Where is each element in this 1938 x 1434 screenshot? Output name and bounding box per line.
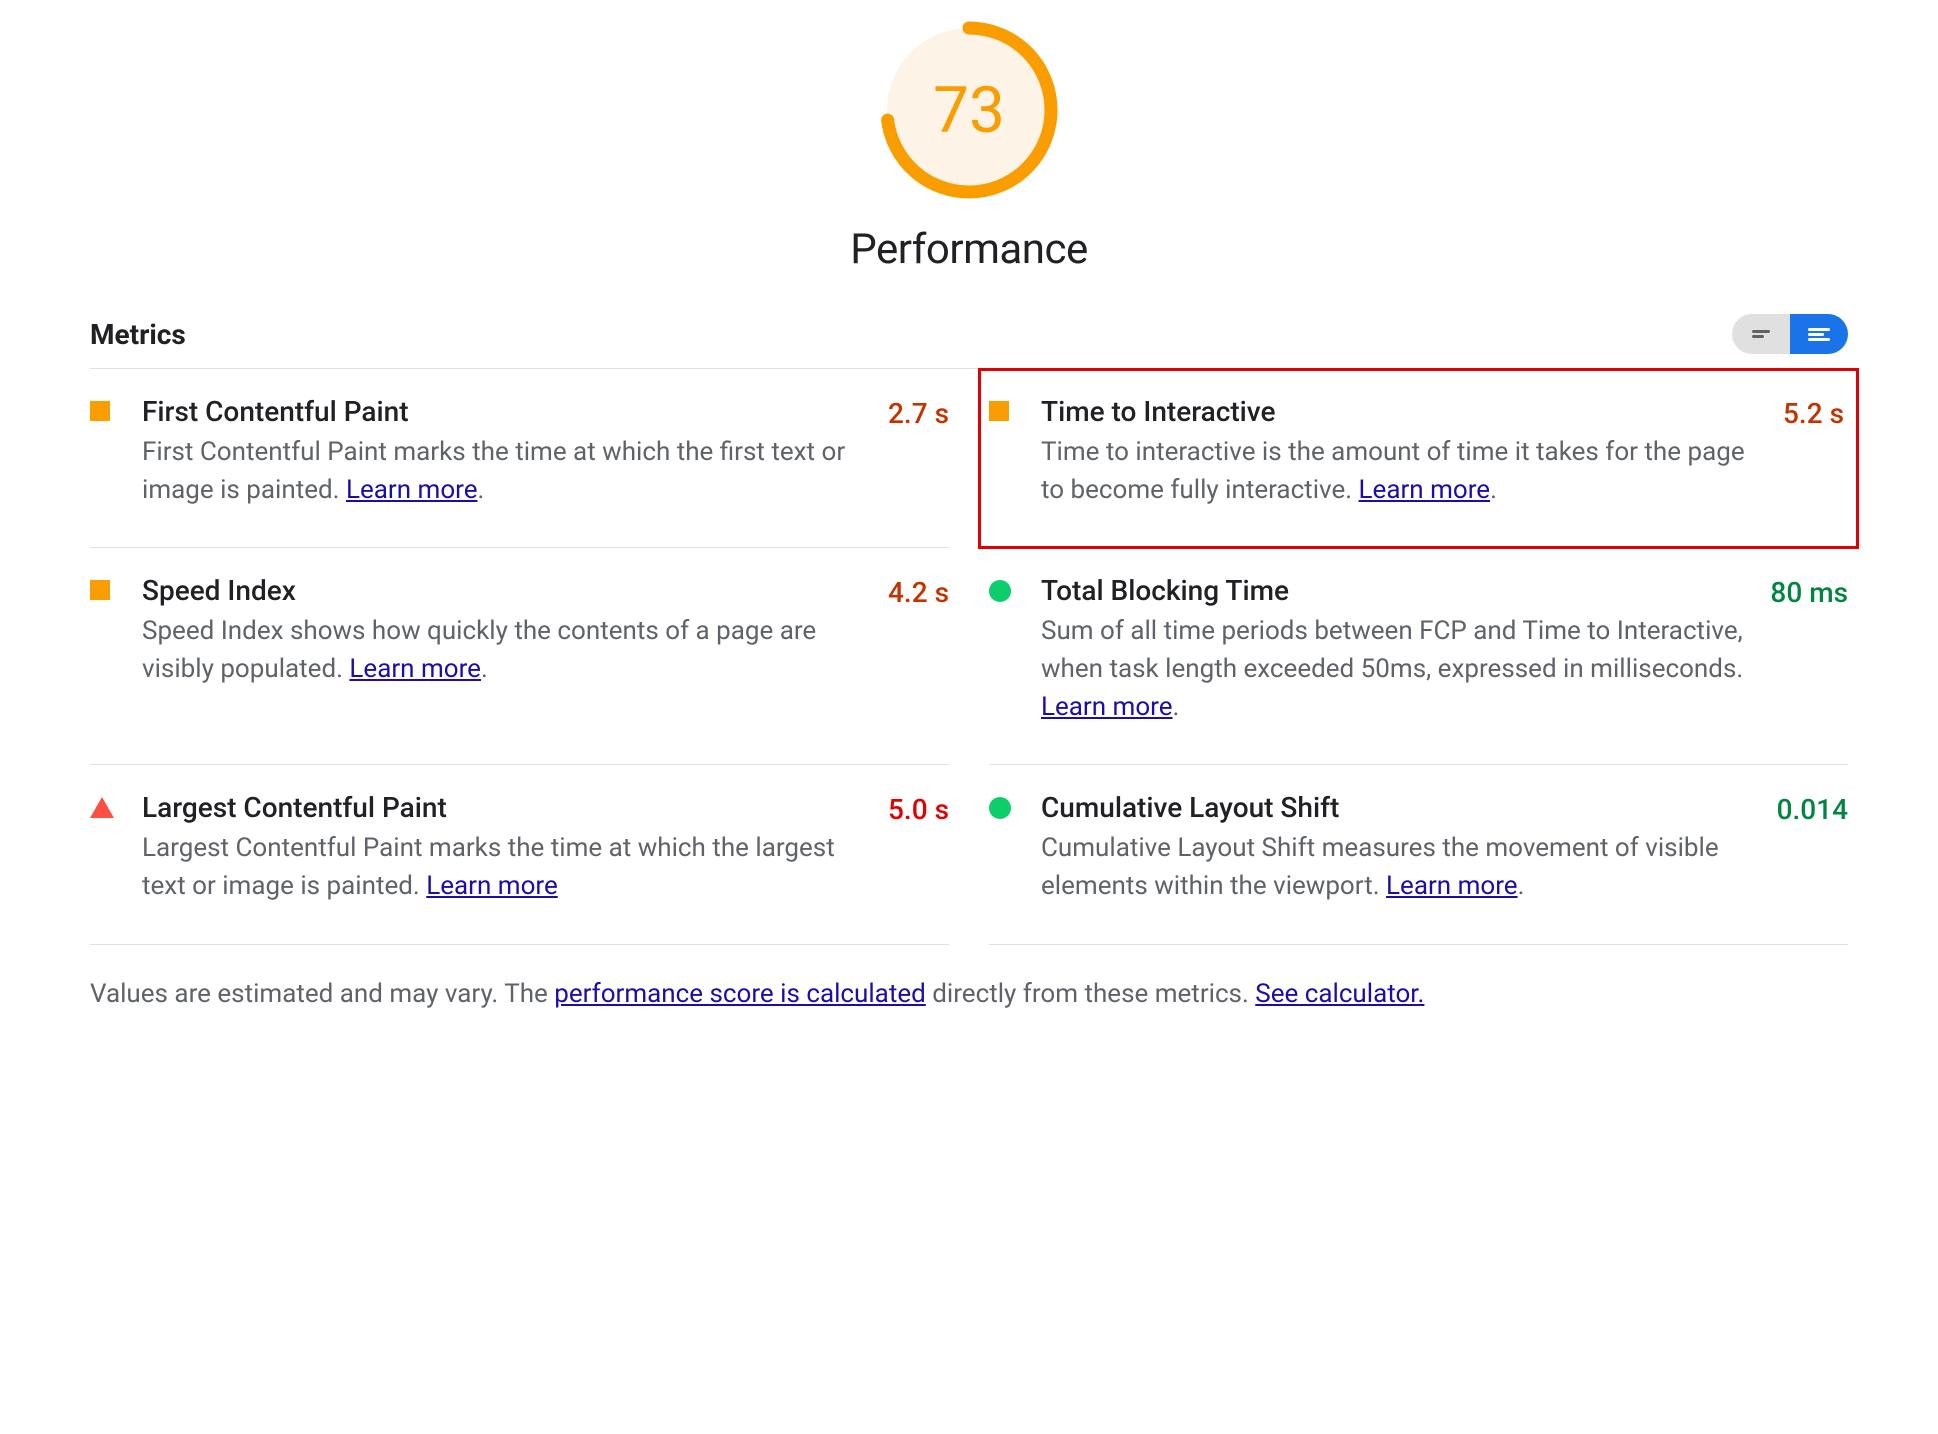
see-calculator-link[interactable]: See calculator.: [1255, 979, 1424, 1009]
collapse-view-button[interactable]: [1732, 314, 1790, 354]
learn-more-link[interactable]: Learn more: [1041, 692, 1173, 722]
expand-view-icon: [1808, 326, 1830, 343]
metric-description: First Contentful Paint marks the time at…: [142, 434, 870, 509]
metric-title: First Contentful Paint: [142, 395, 870, 428]
metric-tti: Time to Interactive Time to interactive i…: [979, 369, 1858, 548]
footnote-text-mid: directly from these metrics.: [926, 979, 1255, 1009]
metric-description: Time to interactive is the amount of tim…: [1041, 434, 1765, 509]
learn-more-link[interactable]: Learn more: [1386, 871, 1518, 901]
metric-title: Total Blocking Time: [1041, 574, 1752, 607]
footnote: Values are estimated and may vary. The p…: [90, 945, 1848, 1009]
metric-description: Cumulative Layout Shift measures the mov…: [1041, 830, 1759, 905]
metric-body: Largest Contentful Paint Largest Contentf…: [142, 791, 888, 905]
metric-title: Cumulative Layout Shift: [1041, 791, 1759, 824]
metric-fcp: First Contentful Paint First Contentful P…: [90, 369, 949, 548]
square-icon: [90, 580, 114, 600]
score-section: 73 Performance: [90, 20, 1848, 274]
metrics-grid: First Contentful Paint First Contentful P…: [90, 369, 1848, 945]
metric-value: 2.7 s: [888, 397, 949, 430]
metric-value: 5.0 s: [888, 793, 949, 826]
learn-more-link[interactable]: Learn more: [349, 654, 481, 684]
view-toggle: [1732, 314, 1848, 354]
expand-view-button[interactable]: [1790, 314, 1848, 354]
metric-si: Speed Index Speed Index shows how quickly…: [90, 548, 949, 765]
metric-value: 5.2 s: [1783, 397, 1844, 430]
footnote-text-pre: Values are estimated and may vary. The: [90, 979, 554, 1009]
score-gauge: 73: [879, 20, 1059, 200]
metric-body: Cumulative Layout Shift Cumulative Layout…: [1041, 791, 1777, 905]
score-value: 73: [879, 20, 1059, 200]
learn-more-link[interactable]: Learn more: [1359, 475, 1491, 505]
metric-value: 4.2 s: [888, 576, 949, 609]
triangle-icon: [90, 797, 114, 818]
learn-more-link[interactable]: Learn more: [426, 871, 558, 901]
metric-title: Time to Interactive: [1041, 395, 1765, 428]
metric-body: First Contentful Paint First Contentful P…: [142, 395, 888, 509]
learn-more-link[interactable]: Learn more: [346, 475, 478, 505]
score-title: Performance: [90, 225, 1848, 274]
metric-description: Largest Contentful Paint marks the time …: [142, 830, 870, 905]
metric-description: Sum of all time periods between FCP and …: [1041, 613, 1752, 726]
square-icon: [90, 401, 114, 421]
metric-body: Time to Interactive Time to interactive i…: [1041, 395, 1783, 509]
metric-cls: Cumulative Layout Shift Cumulative Layout…: [989, 765, 1848, 944]
metric-body: Speed Index Speed Index shows how quickly…: [142, 574, 888, 688]
circle-icon: [989, 797, 1013, 819]
metric-title: Largest Contentful Paint: [142, 791, 870, 824]
square-icon: [989, 401, 1013, 421]
metric-value: 80 ms: [1770, 576, 1848, 609]
metric-value: 0.014: [1777, 793, 1848, 826]
metrics-heading: Metrics: [90, 318, 186, 351]
metric-body: Total Blocking Time Sum of all time perio…: [1041, 574, 1770, 726]
performance-score-link[interactable]: performance score is calculated: [554, 979, 926, 1009]
collapse-view-icon: [1752, 328, 1770, 340]
metric-title: Speed Index: [142, 574, 870, 607]
circle-icon: [989, 580, 1013, 602]
metrics-header: Metrics: [90, 314, 1848, 369]
metric-tbt: Total Blocking Time Sum of all time perio…: [989, 548, 1848, 765]
metric-description: Speed Index shows how quickly the conten…: [142, 613, 870, 688]
metric-lcp: Largest Contentful Paint Largest Contentf…: [90, 765, 949, 944]
